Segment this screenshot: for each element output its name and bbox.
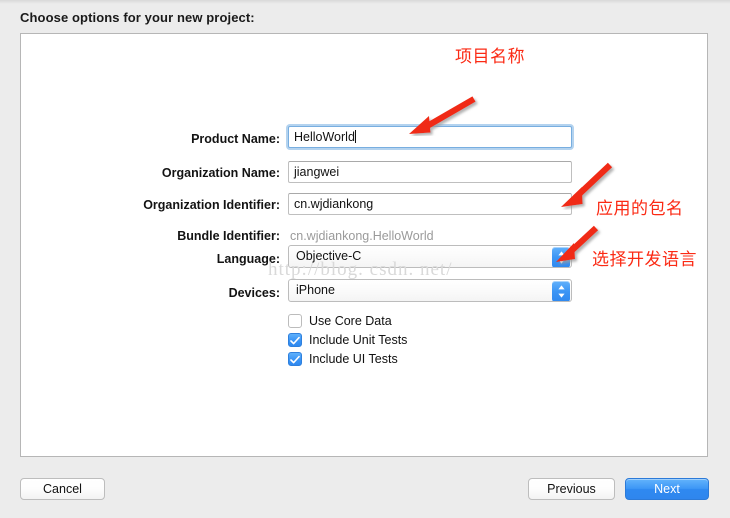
- devices-stepper-icon[interactable]: [552, 281, 570, 301]
- organization-name-label: Organization Name:: [161, 166, 280, 180]
- field-row-organization-name: Organization Name:: [80, 162, 280, 184]
- product-name-value: HelloWorld: [294, 130, 355, 144]
- include-unit-tests-label: Include Unit Tests: [309, 333, 408, 347]
- next-button[interactable]: Next: [625, 478, 709, 500]
- include-ui-tests-label: Include UI Tests: [309, 352, 398, 366]
- product-name-input[interactable]: HelloWorld: [288, 126, 572, 148]
- devices-select[interactable]: iPhone: [288, 279, 572, 302]
- include-ui-tests-checkbox[interactable]: [288, 352, 302, 366]
- bundle-identifier-value: cn.wjdiankong.HelloWorld: [290, 229, 434, 243]
- chevron-up-down-icon: [557, 285, 565, 298]
- organization-identifier-value: cn.wjdiankong: [294, 197, 374, 211]
- bundle-identifier-label: Bundle Identifier:: [177, 229, 280, 243]
- organization-identifier-input[interactable]: cn.wjdiankong: [288, 193, 572, 215]
- organization-identifier-label: Organization Identifier:: [143, 198, 280, 212]
- use-core-data-checkbox[interactable]: [288, 314, 302, 328]
- organization-name-input[interactable]: jiangwei: [288, 161, 572, 183]
- include-unit-tests-checkbox[interactable]: [288, 333, 302, 347]
- checkmark-icon: [290, 336, 300, 345]
- annotation-label-project-name: 项目名称: [455, 47, 525, 67]
- annotation-label-package-name: 应用的包名: [596, 199, 684, 219]
- field-row-product-name: Product Name:: [80, 128, 280, 150]
- chevron-up-down-icon: [557, 251, 565, 264]
- previous-button[interactable]: Previous: [528, 478, 615, 500]
- language-stepper-icon[interactable]: [552, 247, 570, 267]
- devices-value: iPhone: [296, 283, 335, 297]
- cancel-button[interactable]: Cancel: [20, 478, 105, 500]
- product-name-label: Product Name:: [191, 132, 280, 146]
- annotation-label-language: 选择开发语言: [592, 250, 697, 270]
- organization-name-value: jiangwei: [294, 165, 340, 179]
- new-project-options-sheet: Choose options for your new project: Pro…: [0, 0, 730, 518]
- devices-label: Devices:: [228, 286, 280, 300]
- checkmark-icon: [290, 355, 300, 364]
- text-caret: [354, 130, 356, 143]
- field-row-language: Language:: [80, 248, 280, 270]
- field-row-devices: Devices:: [80, 282, 280, 304]
- field-row-bundle-identifier: Bundle Identifier:: [80, 225, 280, 247]
- field-row-organization-identifier: Organization Identifier:: [80, 194, 280, 216]
- blog-watermark: http://blog. csdn. net/: [268, 259, 453, 280]
- use-core-data-label: Use Core Data: [309, 314, 392, 328]
- language-label: Language:: [216, 252, 280, 266]
